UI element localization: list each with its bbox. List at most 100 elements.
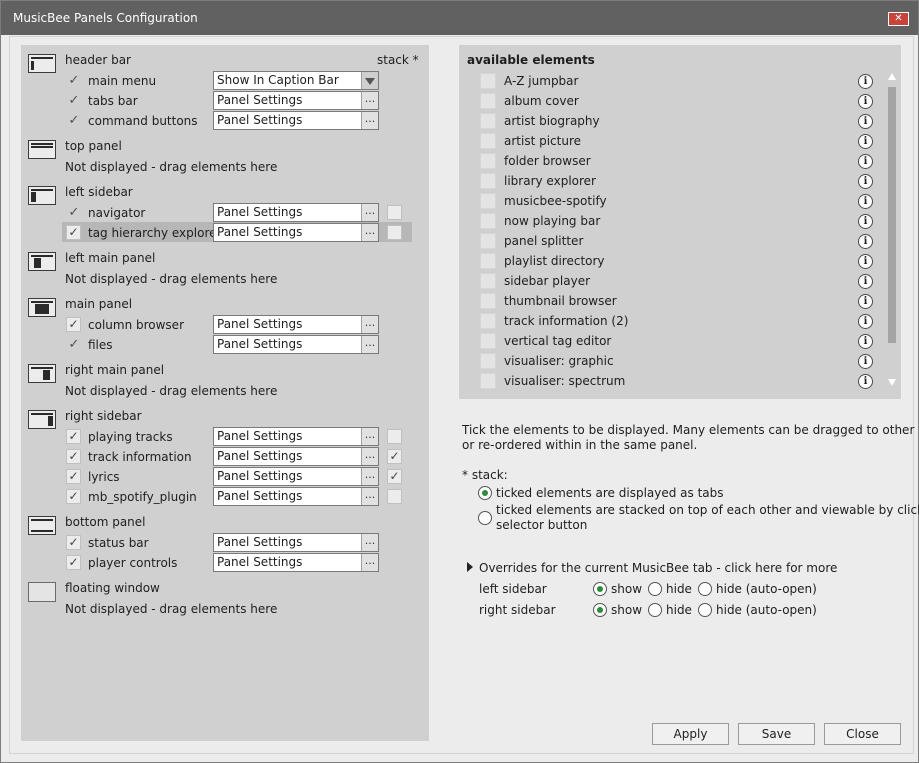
- element-checkbox[interactable]: [480, 293, 496, 309]
- element-checkbox[interactable]: [480, 273, 496, 289]
- column-browser-settings-button[interactable]: ...: [361, 316, 378, 333]
- element-label[interactable]: folder browser: [504, 154, 591, 168]
- info-icon[interactable]: i: [858, 94, 873, 109]
- element-checkbox[interactable]: [480, 253, 496, 269]
- element-checkbox[interactable]: [480, 93, 496, 109]
- left-sidebar-show-radio[interactable]: [593, 582, 607, 596]
- element-checkbox[interactable]: [480, 133, 496, 149]
- right-sidebar-auto-radio[interactable]: [698, 603, 712, 617]
- element-checkbox[interactable]: [480, 333, 496, 349]
- element-checkbox[interactable]: [480, 213, 496, 229]
- element-checkbox[interactable]: [480, 353, 496, 369]
- scrollbar-thumb[interactable]: [888, 87, 896, 343]
- element-label[interactable]: artist biography: [504, 114, 600, 128]
- info-icon[interactable]: i: [858, 134, 873, 149]
- mb-spotify-plugin-settings-button[interactable]: ...: [361, 488, 378, 505]
- tabs-bar-settings-button[interactable]: ...: [361, 92, 378, 109]
- track-information-settings-button[interactable]: ...: [361, 448, 378, 465]
- element-label[interactable]: musicbee-spotify: [504, 194, 607, 208]
- playing-tracks-stack-checkbox[interactable]: [387, 429, 402, 444]
- info-icon[interactable]: i: [858, 354, 873, 369]
- tag-hierarchy-explorer-stack-checkbox[interactable]: [387, 225, 402, 240]
- track-information-check[interactable]: ✓: [66, 449, 81, 464]
- element-label[interactable]: album cover: [504, 94, 579, 108]
- element-label[interactable]: track information (2): [504, 314, 628, 328]
- overrides-link[interactable]: Overrides for the current MusicBee tab -…: [479, 561, 837, 575]
- mb-spotify-plugin-stack-checkbox[interactable]: [387, 489, 402, 504]
- right-sidebar-show-radio[interactable]: [593, 603, 607, 617]
- track-information-stack-checkbox[interactable]: ✓: [387, 449, 402, 464]
- status-bar-settings-button[interactable]: ...: [361, 534, 378, 551]
- available-elements-scrollbar[interactable]: [886, 71, 898, 391]
- stack-option-stacked-radio[interactable]: [478, 511, 492, 525]
- element-checkbox[interactable]: [480, 313, 496, 329]
- scroll-up-icon[interactable]: [888, 73, 896, 80]
- info-icon[interactable]: i: [858, 334, 873, 349]
- element-label[interactable]: panel splitter: [504, 234, 583, 248]
- right-sidebar-hide-radio[interactable]: [648, 603, 662, 617]
- playing-tracks-check[interactable]: ✓: [66, 429, 81, 444]
- status-bar-check[interactable]: ✓: [66, 535, 81, 550]
- element-label[interactable]: now playing bar: [504, 214, 600, 228]
- info-icon[interactable]: i: [858, 174, 873, 189]
- element-label[interactable]: playlist directory: [504, 254, 605, 268]
- element-checkbox[interactable]: [480, 153, 496, 169]
- element-checkbox[interactable]: [480, 233, 496, 249]
- command-buttons-check[interactable]: ✓: [67, 114, 81, 128]
- player-controls-settings-button[interactable]: ...: [361, 554, 378, 571]
- left-sidebar-hide-radio[interactable]: [648, 582, 662, 596]
- left-sidebar-auto-radio[interactable]: [698, 582, 712, 596]
- element-label[interactable]: library explorer: [504, 174, 596, 188]
- info-icon[interactable]: i: [858, 374, 873, 389]
- stack-option-tabs-radio[interactable]: [478, 486, 492, 500]
- info-icon[interactable]: i: [858, 234, 873, 249]
- title-bar[interactable]: MusicBee Panels Configuration ✕: [1, 1, 918, 35]
- element-label[interactable]: artist picture: [504, 134, 581, 148]
- element-label[interactable]: thumbnail browser: [504, 294, 617, 308]
- info-icon[interactable]: i: [858, 274, 873, 289]
- lyrics-check[interactable]: ✓: [66, 469, 81, 484]
- navigator-stack-checkbox[interactable]: [387, 205, 402, 220]
- close-window-button[interactable]: ✕: [888, 12, 909, 26]
- close-button[interactable]: Close: [824, 723, 901, 745]
- info-icon[interactable]: i: [858, 194, 873, 209]
- element-label[interactable]: A-Z jumpbar: [504, 74, 578, 88]
- info-icon[interactable]: i: [858, 214, 873, 229]
- tag-hierarchy-explorer-check[interactable]: ✓: [66, 225, 81, 240]
- expand-triangle-icon[interactable]: [467, 562, 473, 572]
- apply-button[interactable]: Apply: [652, 723, 729, 745]
- command-buttons-settings-button[interactable]: ...: [361, 112, 378, 129]
- element-label[interactable]: visualiser: graphic: [504, 354, 614, 368]
- element-label[interactable]: visualiser: spectrum: [504, 374, 625, 388]
- element-checkbox[interactable]: [480, 173, 496, 189]
- chevron-down-icon[interactable]: [361, 72, 378, 89]
- info-icon[interactable]: i: [858, 114, 873, 129]
- element-checkbox[interactable]: [480, 193, 496, 209]
- main-menu-dropdown[interactable]: Show In Caption Bar: [213, 71, 379, 90]
- main-menu-check[interactable]: ✓: [67, 74, 81, 88]
- info-icon[interactable]: i: [858, 314, 873, 329]
- info-icon[interactable]: i: [858, 294, 873, 309]
- info-icon[interactable]: i: [858, 254, 873, 269]
- element-checkbox[interactable]: [480, 113, 496, 129]
- info-icon[interactable]: i: [858, 154, 873, 169]
- playing-tracks-settings-button[interactable]: ...: [361, 428, 378, 445]
- tabs-bar-check[interactable]: ✓: [67, 94, 81, 108]
- files-check[interactable]: ✓: [67, 338, 81, 352]
- column-browser-check[interactable]: ✓: [66, 317, 81, 332]
- lyrics-settings-button[interactable]: ...: [361, 468, 378, 485]
- files-settings-button[interactable]: ...: [361, 336, 378, 353]
- element-checkbox[interactable]: [480, 373, 496, 389]
- navigator-settings-button[interactable]: ...: [361, 204, 378, 221]
- mb-spotify-plugin-check[interactable]: ✓: [66, 489, 81, 504]
- navigator-check[interactable]: ✓: [67, 206, 81, 220]
- save-button[interactable]: Save: [738, 723, 815, 745]
- element-label[interactable]: sidebar player: [504, 274, 590, 288]
- info-icon[interactable]: i: [858, 74, 873, 89]
- element-checkbox[interactable]: [480, 73, 496, 89]
- tag-hierarchy-explorer-settings-button[interactable]: ...: [361, 224, 378, 241]
- lyrics-stack-checkbox[interactable]: ✓: [387, 469, 402, 484]
- element-label[interactable]: vertical tag editor: [504, 334, 611, 348]
- player-controls-check[interactable]: ✓: [66, 555, 81, 570]
- scroll-down-icon[interactable]: [888, 379, 896, 386]
